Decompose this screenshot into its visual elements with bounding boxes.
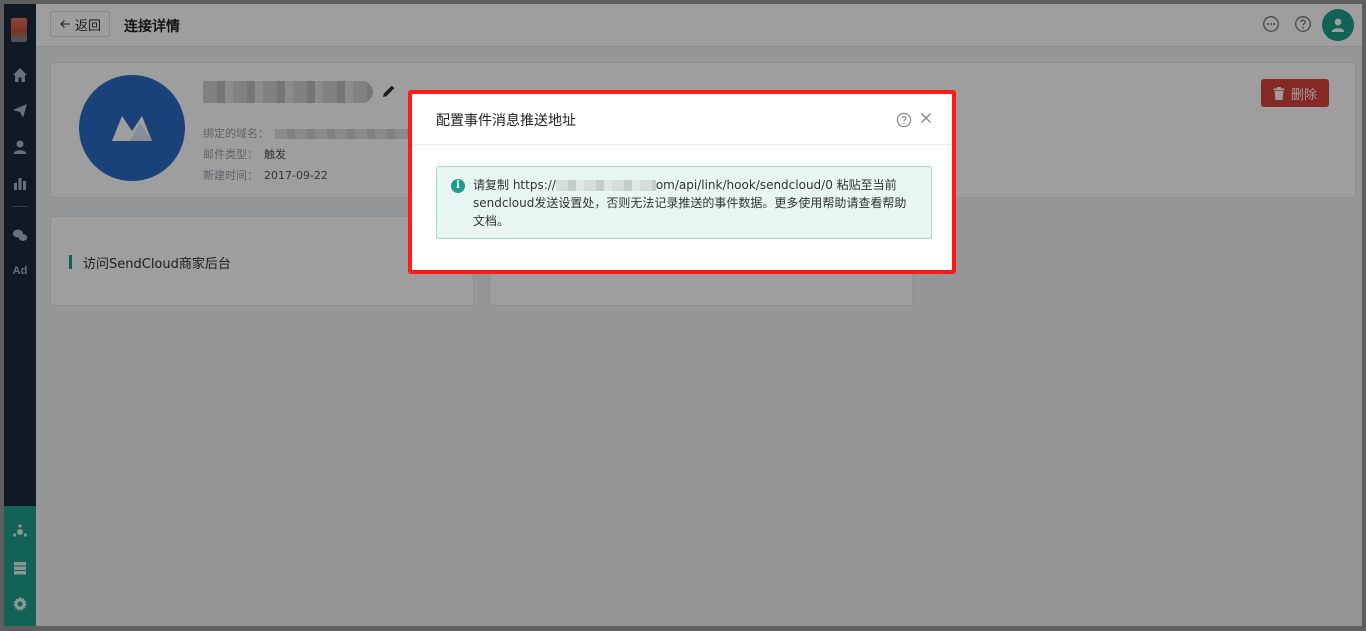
url-domain-redacted [555, 180, 656, 191]
info-icon: i [451, 179, 465, 193]
modal-help-icon[interactable] [896, 112, 912, 128]
modal-title: 配置事件消息推送地址 [436, 113, 576, 129]
app-frame: Ad 返回 连接详情 绑定的域名： 邮件类型： 触发 新建时间： 2017-09… [4, 4, 1362, 626]
modal-divider [412, 144, 952, 145]
webhook-config-modal: 配置事件消息推送地址 i 请复制 https://om/api/link/hoo… [408, 90, 956, 274]
webhook-url-alert: i 请复制 https://om/api/link/hook/sendcloud… [436, 166, 932, 239]
modal-close-icon[interactable] [918, 110, 934, 126]
alert-text-prefix: 请复制 https:// [473, 178, 556, 192]
